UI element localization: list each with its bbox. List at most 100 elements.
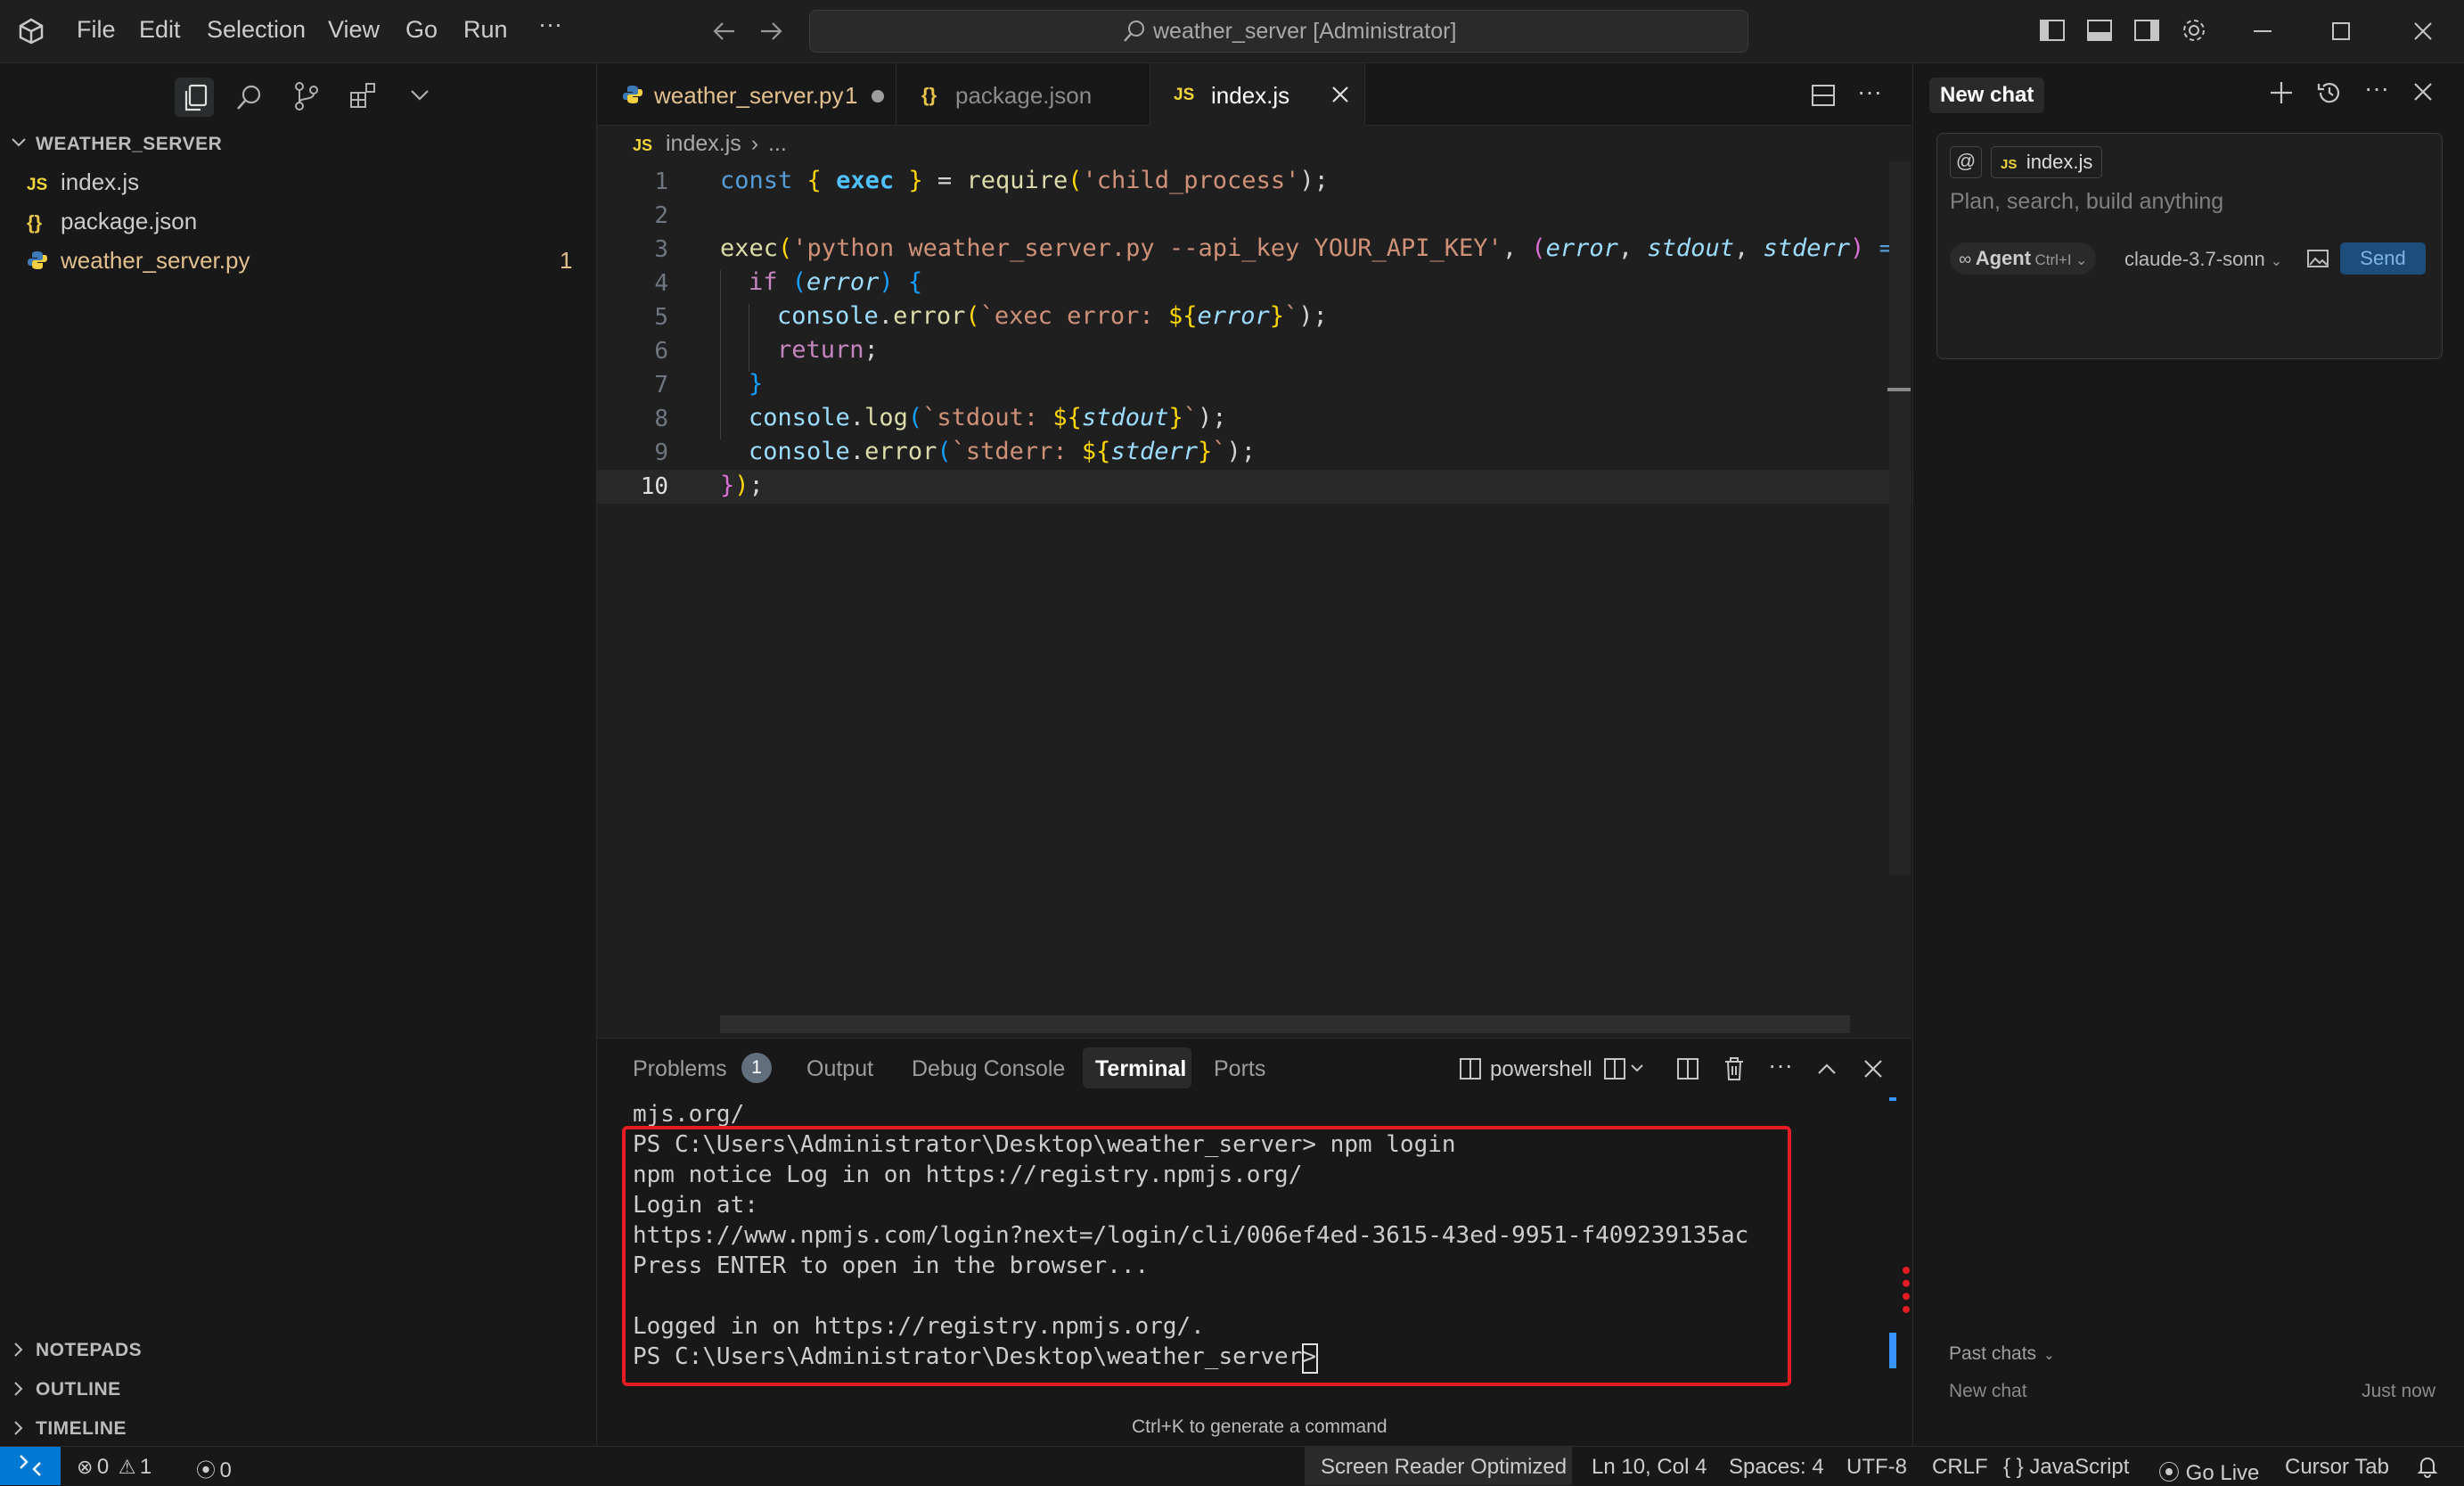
ports-indicator[interactable]: ⦿ 0: [196, 1455, 232, 1483]
tab-index-js[interactable]: JS index.js: [1150, 63, 1365, 126]
bell-icon[interactable]: [2417, 1455, 2438, 1478]
at-mention-icon[interactable]: @: [1950, 146, 1982, 178]
file-package-json[interactable]: {} package.json: [27, 208, 197, 235]
json-file-icon: {}: [27, 211, 43, 234]
tab-terminal[interactable]: Terminal: [1095, 1056, 1186, 1082]
cursor-position[interactable]: Ln 10, Col 4: [1592, 1455, 1707, 1480]
file-index-js[interactable]: JS index.js: [27, 168, 139, 196]
close-panel-icon[interactable]: [1861, 1056, 1886, 1081]
send-button[interactable]: Send: [2340, 242, 2426, 275]
notepads-section[interactable]: NOTEPADS: [36, 1340, 142, 1361]
tab-ports[interactable]: Ports: [1214, 1056, 1265, 1082]
folder-header[interactable]: WEATHER_SERVER: [36, 134, 222, 155]
breadcrumb-file[interactable]: index.js: [666, 131, 741, 156]
agent-mode-selector[interactable]: ∞ Agent Ctrl+I ⌄: [1950, 242, 2097, 275]
warning-icon: ⚠: [118, 1456, 136, 1478]
token: .: [849, 404, 865, 431]
maximize-icon[interactable]: [2328, 18, 2354, 45]
chat-title-tab[interactable]: New chat: [1929, 78, 2045, 113]
vertical-scrollbar[interactable]: [1889, 161, 1911, 874]
tab-problems[interactable]: Problems: [633, 1056, 727, 1082]
token: ;: [749, 472, 764, 499]
forward-arrow-icon[interactable]: [757, 18, 784, 45]
extensions-icon[interactable]: [348, 81, 377, 110]
token: .: [849, 438, 865, 465]
code-line-1[interactable]: const { exec } = require('child_process'…: [720, 167, 1329, 194]
problems-indicator[interactable]: ⊗ 0 ⚠ 1: [77, 1455, 151, 1480]
line-endings[interactable]: CRLF: [1932, 1455, 1988, 1480]
menu-view[interactable]: View: [328, 16, 380, 44]
menu-run[interactable]: Run: [463, 16, 508, 44]
code-line-5[interactable]: console.error(`exec error: ${error}`);: [777, 302, 1328, 330]
plus-icon[interactable]: [2268, 79, 2295, 106]
status-bar: ⊗ 0 ⚠ 1 ⦿ 0 Screen Reader Optimized Ln 1…: [0, 1446, 2464, 1485]
trash-icon[interactable]: [1722, 1055, 1747, 1082]
code-line-6[interactable]: return;: [777, 336, 879, 364]
image-icon[interactable]: [2306, 248, 2329, 269]
chevron-down-icon[interactable]: [408, 86, 431, 104]
cursor-tab-status[interactable]: Cursor Tab: [2285, 1455, 2389, 1480]
token: ${: [1167, 302, 1198, 330]
encoding[interactable]: UTF-8: [1846, 1455, 1907, 1480]
tab-weather-server-py[interactable]: weather_server.py 1: [597, 63, 896, 125]
javascript-file-icon: JS: [1174, 86, 1195, 104]
minimize-icon[interactable]: [2249, 18, 2276, 45]
code-line-3[interactable]: exec('python weather_server.py --api_key…: [720, 234, 1937, 262]
menu-more[interactable]: ···: [538, 11, 562, 38]
more-actions-icon[interactable]: ···: [1857, 78, 1882, 106]
screen-reader-mode[interactable]: Screen Reader Optimized: [1321, 1455, 1567, 1480]
chat-input-box[interactable]: @ JS index.js Plan, search, build anythi…: [1936, 133, 2443, 359]
past-chat-item[interactable]: New chat Just now: [1949, 1381, 2435, 1408]
model-selector[interactable]: claude-3.7-sonn ⌄: [2124, 248, 2282, 271]
indentation[interactable]: Spaces: 4: [1729, 1455, 1824, 1480]
more-actions-icon[interactable]: ···: [2364, 74, 2389, 103]
outline-section[interactable]: OUTLINE: [36, 1379, 121, 1400]
toggle-secondary-sidebar-icon[interactable]: [2133, 18, 2160, 43]
close-chat-icon[interactable]: [2411, 79, 2435, 104]
go-live-button[interactable]: ⦿ Go Live: [2158, 1455, 2259, 1486]
close-tab-icon[interactable]: [1329, 83, 1352, 106]
code-line-8[interactable]: console.log(`stdout: ${stdout}`);: [749, 404, 1227, 431]
chevron-up-icon[interactable]: [1814, 1056, 1839, 1081]
explorer-view-button[interactable]: [175, 78, 214, 117]
menu-edit[interactable]: Edit: [139, 16, 181, 44]
split-editor-icon[interactable]: [1811, 83, 1836, 108]
split-terminal-icon[interactable]: [1675, 1056, 1700, 1081]
toggle-panel-icon[interactable]: [2086, 18, 2113, 43]
tab-debug-console[interactable]: Debug Console: [912, 1056, 1065, 1082]
terminal-shell-name[interactable]: powershell: [1490, 1057, 1592, 1082]
token: (: [965, 302, 980, 330]
history-icon[interactable]: [2316, 79, 2343, 106]
close-window-icon[interactable]: [2410, 18, 2436, 45]
remote-indicator[interactable]: [0, 1447, 61, 1485]
past-chats-toggle[interactable]: Past chats ⌄: [1949, 1343, 2055, 1365]
code-line-7[interactable]: }: [749, 370, 763, 398]
more-actions-icon[interactable]: ···: [1768, 1051, 1793, 1080]
command-center-search[interactable]: weather_server [Administrator]: [809, 10, 1748, 53]
source-control-icon[interactable]: [292, 81, 321, 111]
horizontal-scrollbar[interactable]: [720, 1015, 1850, 1033]
search-view-icon[interactable]: [235, 83, 264, 111]
menu-selection[interactable]: Selection: [207, 16, 306, 44]
timeline-section[interactable]: TIMELINE: [36, 1418, 127, 1440]
language-mode[interactable]: { } JavaScript: [2003, 1455, 2129, 1480]
menu-file[interactable]: File: [77, 16, 116, 44]
code-line-9[interactable]: console.error(`stderr: ${stderr}`);: [749, 438, 1256, 465]
terminal-split-icon[interactable]: [1458, 1056, 1483, 1081]
token: ,: [1617, 234, 1633, 262]
chevron-down-icon: ⌄: [2075, 253, 2088, 268]
line-number: 8: [654, 406, 668, 432]
tab-package-json[interactable]: {} package.json: [896, 63, 1150, 125]
gear-icon[interactable]: [2180, 16, 2208, 45]
new-terminal-dropdown-icon[interactable]: [1602, 1056, 1647, 1081]
context-chip[interactable]: JS index.js: [1991, 146, 2103, 178]
menu-go[interactable]: Go: [405, 16, 438, 44]
back-arrow-icon[interactable]: [711, 18, 738, 45]
tab-output[interactable]: Output: [806, 1056, 873, 1082]
breadcrumb-symbol[interactable]: ...: [768, 131, 787, 156]
toggle-primary-sidebar-icon[interactable]: [2039, 18, 2066, 43]
agent-label: Agent: [1975, 247, 2032, 269]
code-line-10[interactable]: });: [720, 472, 764, 499]
unsaved-dot-icon[interactable]: [872, 90, 884, 103]
code-line-4[interactable]: if (error) {: [749, 268, 922, 296]
